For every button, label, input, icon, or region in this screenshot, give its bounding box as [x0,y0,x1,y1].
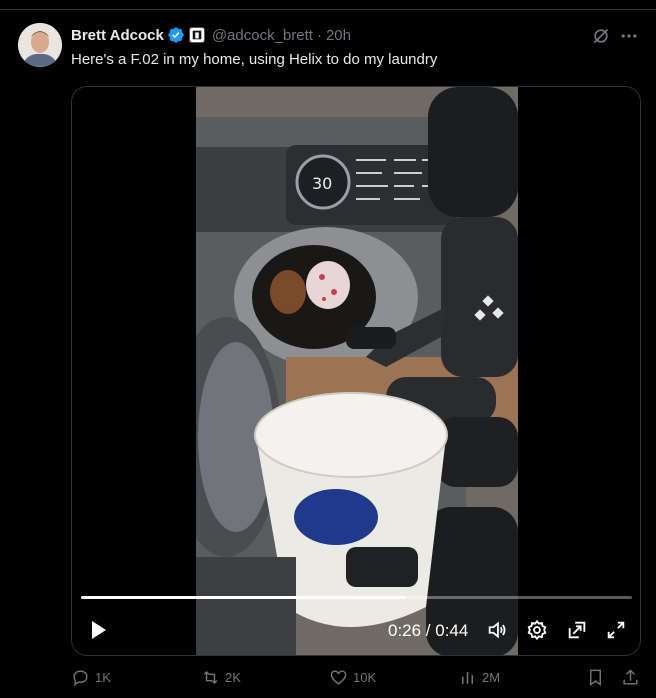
bookmark-icon [590,669,601,687]
views-icon [461,671,474,684]
repost-icon [203,670,218,685]
fullscreen-icon[interactable] [605,619,627,641]
picture-in-picture-icon[interactable] [566,619,588,641]
like-count: 10K [353,670,377,685]
like-button[interactable]: 10K [329,668,376,687]
bookmark-button[interactable] [586,668,610,687]
views-button[interactable]: 2M [458,668,500,687]
grok-icon[interactable] [591,26,611,46]
video-progress-fill [81,596,407,599]
avatar-photo [18,23,62,67]
video-time: 0:26 / 0:44 [388,621,469,640]
author-handle[interactable]: @adcock_brett [212,27,313,44]
share-button[interactable] [621,668,645,687]
play-icon[interactable] [86,618,110,642]
heart-icon [330,670,347,685]
video-frame[interactable]: 30 [196,87,518,655]
svg-text:30: 30 [312,174,332,193]
author-name[interactable]: Brett Adcock [71,27,164,44]
verified-badge-icon [167,26,185,44]
header-separator: · [316,26,322,44]
repost-button[interactable]: 2K [201,668,241,687]
affiliation-badge-icon[interactable] [188,27,205,43]
more-horizontal-icon[interactable] [619,26,639,46]
volume-icon[interactable] [486,619,508,641]
tweet-actions: 1K 2K 10K 2M [71,668,641,694]
video-progress-bar[interactable] [81,596,632,599]
avatar[interactable] [18,23,62,67]
tweet-header: Brett Adcock @adcock_brett · 20h [71,24,566,46]
repost-count: 2K [225,670,241,685]
reply-count: 1K [95,670,111,685]
top-divider [0,9,656,10]
gear-icon[interactable] [526,619,548,641]
views-count: 2M [482,670,501,685]
video-still-image: 30 [196,87,518,655]
reply-button[interactable]: 1K [71,668,111,687]
reply-icon [73,670,88,687]
tweet-text: Here's a F.02 in my home, using Helix to… [71,51,438,68]
timestamp[interactable]: 20h [326,27,351,44]
share-icon [623,669,638,685]
video-player[interactable]: 30 0:26 / 0:44 [71,86,641,656]
